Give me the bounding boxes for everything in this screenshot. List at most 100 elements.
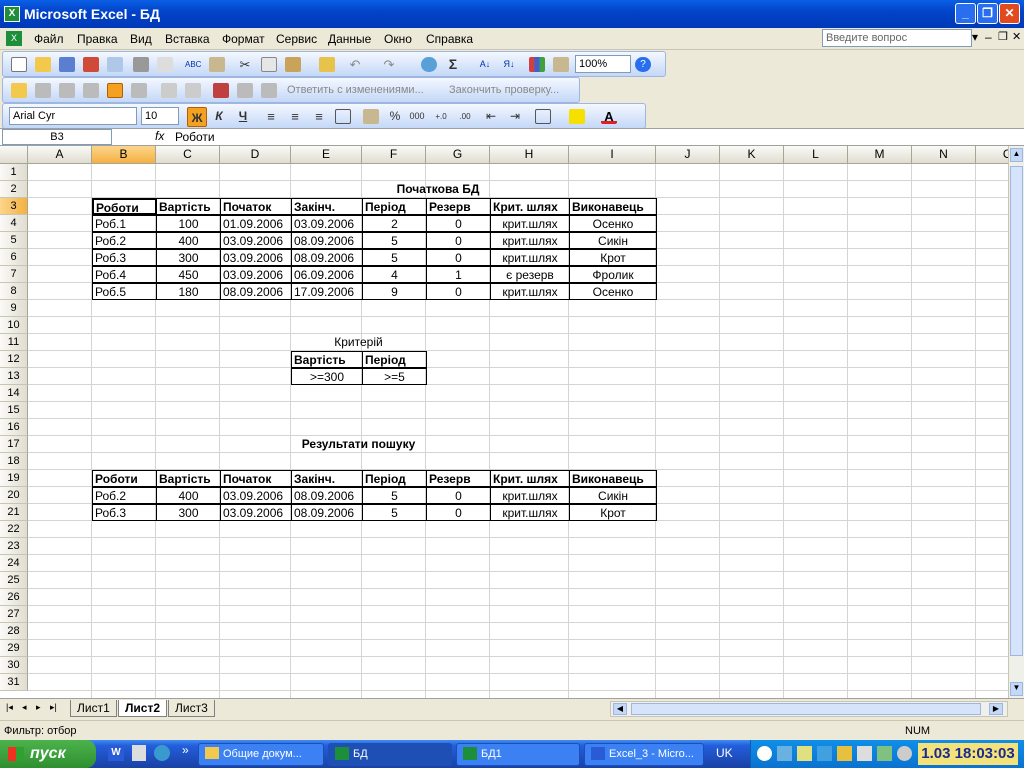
undo-icon[interactable]: ↶ <box>347 57 363 72</box>
font-size-select[interactable]: 10 <box>141 107 179 125</box>
row-header-3[interactable]: 3 <box>0 198 28 215</box>
results-data-cell[interactable]: крит.шлях <box>490 504 570 521</box>
menu-edit[interactable]: Правка <box>77 32 118 46</box>
help-icon[interactable]: ? <box>635 57 651 72</box>
row-header-19[interactable]: 19 <box>0 470 28 487</box>
db-data-cell[interactable]: 03.09.2006 <box>220 266 292 283</box>
font-color-button[interactable]: A <box>601 109 617 124</box>
column-header-d[interactable]: D <box>220 146 291 164</box>
end-review-button[interactable]: Закончить проверку... <box>449 84 559 96</box>
restore-button[interactable]: ❐ <box>977 3 998 24</box>
percent-button[interactable]: % <box>387 109 403 124</box>
dropdown-arrow-icon[interactable]: ▾ <box>972 30 978 44</box>
redo-icon[interactable]: ↷ <box>381 57 397 72</box>
row-header-26[interactable]: 26 <box>0 589 28 606</box>
db-data-cell[interactable]: 17.09.2006 <box>291 283 363 300</box>
row-header-2[interactable]: 2 <box>0 181 28 198</box>
sheet-tab-3[interactable]: Лист3 <box>168 700 215 717</box>
fill-color-icon[interactable] <box>569 109 585 124</box>
results-header-cell[interactable]: Вартість <box>156 470 221 487</box>
db-data-cell[interactable]: Осенко <box>569 215 657 232</box>
row-header-25[interactable]: 25 <box>0 572 28 589</box>
row-header-28[interactable]: 28 <box>0 623 28 640</box>
db-header-cell[interactable]: Початок <box>220 198 292 215</box>
name-box[interactable]: B3 <box>2 129 112 145</box>
results-data-cell[interactable]: 08.09.2006 <box>291 504 363 521</box>
review-icon-7[interactable] <box>237 83 253 98</box>
italic-button[interactable]: К <box>211 109 227 124</box>
db-data-cell[interactable]: 9 <box>362 283 427 300</box>
quicklaunch-more-icon[interactable]: » <box>182 743 189 757</box>
menu-file[interactable]: Файл <box>34 32 64 46</box>
research-icon[interactable] <box>209 57 225 72</box>
column-header-b[interactable]: B <box>92 146 156 164</box>
track-changes-icon[interactable] <box>107 83 123 98</box>
row-header-8[interactable]: 8 <box>0 283 28 300</box>
db-data-cell[interactable]: 06.09.2006 <box>291 266 363 283</box>
row-header-1[interactable]: 1 <box>0 164 28 181</box>
menu-window[interactable]: Окно <box>384 32 412 46</box>
db-data-cell[interactable]: 180 <box>156 283 221 300</box>
review-icon-5[interactable] <box>161 83 177 98</box>
align-right-icon[interactable]: ≡ <box>311 109 327 124</box>
folder-icon[interactable] <box>11 83 27 98</box>
row-header-21[interactable]: 21 <box>0 504 28 521</box>
review-icon-4[interactable] <box>131 83 147 98</box>
select-all-corner[interactable] <box>0 146 28 164</box>
row-header-15[interactable]: 15 <box>0 402 28 419</box>
merge-center-icon[interactable] <box>335 109 351 124</box>
db-data-cell[interactable]: Роб.1 <box>92 215 157 232</box>
db-data-cell[interactable]: 0 <box>426 283 491 300</box>
email-icon[interactable] <box>107 57 123 72</box>
db-header-cell[interactable]: Виконавець <box>569 198 657 215</box>
db-data-cell[interactable]: 4 <box>362 266 427 283</box>
db-data-cell[interactable]: Роб.5 <box>92 283 157 300</box>
row-header-22[interactable]: 22 <box>0 521 28 538</box>
print-preview-icon[interactable] <box>157 57 173 72</box>
comment-icon[interactable] <box>213 83 229 98</box>
tray-icon-8[interactable] <box>897 746 912 761</box>
quicklaunch-icon[interactable] <box>154 745 170 761</box>
column-header-g[interactable]: G <box>426 146 490 164</box>
results-header-cell[interactable]: Виконавець <box>569 470 657 487</box>
review-icon-2[interactable] <box>59 83 75 98</box>
row-header-7[interactable]: 7 <box>0 266 28 283</box>
vertical-scroll-thumb[interactable] <box>1010 166 1023 656</box>
tray-icon-5[interactable] <box>837 746 852 761</box>
row-header-9[interactable]: 9 <box>0 300 28 317</box>
results-data-cell[interactable]: крит.шлях <box>490 487 570 504</box>
last-sheet-icon[interactable]: ▸| <box>50 702 57 713</box>
hyperlink-icon[interactable] <box>421 57 437 72</box>
results-data-cell[interactable]: Сикін <box>569 487 657 504</box>
column-header-l[interactable]: L <box>784 146 848 164</box>
review-icon-3[interactable] <box>83 83 99 98</box>
row-header-5[interactable]: 5 <box>0 232 28 249</box>
sort-ascending-icon[interactable]: A↓ <box>477 57 493 72</box>
db-data-cell[interactable]: 1 <box>426 266 491 283</box>
column-header-m[interactable]: M <box>848 146 912 164</box>
row-header-6[interactable]: 6 <box>0 249 28 266</box>
row-header-29[interactable]: 29 <box>0 640 28 657</box>
scroll-down-icon[interactable]: ▼ <box>1010 682 1023 696</box>
db-data-cell[interactable]: 5 <box>362 232 427 249</box>
tray-icon-2[interactable] <box>777 746 792 761</box>
results-data-cell[interactable]: 08.09.2006 <box>291 487 363 504</box>
results-data-cell[interactable]: 03.09.2006 <box>220 504 292 521</box>
db-data-cell[interactable]: крит.шлях <box>490 249 570 266</box>
excel-app-icon[interactable]: X <box>4 6 20 22</box>
horizontal-scroll-thumb[interactable] <box>631 703 981 715</box>
close-button[interactable]: ✕ <box>999 3 1020 24</box>
scroll-up-icon[interactable]: ▲ <box>1010 148 1023 162</box>
row-header-20[interactable]: 20 <box>0 487 28 504</box>
column-header-c[interactable]: C <box>156 146 220 164</box>
formula-content[interactable]: Роботи <box>175 130 215 144</box>
results-data-cell[interactable]: Роб.2 <box>92 487 157 504</box>
worksheet-grid[interactable]: A B C D E F G H I J K L M N O 1 2 3 4 5 6 7 8 9 10 11 12 13 14 15 16 17… <box>0 146 1008 698</box>
row-header-4[interactable]: 4 <box>0 215 28 232</box>
db-header-cell[interactable]: Резерв <box>426 198 491 215</box>
increase-decimal-icon[interactable]: +.0 <box>433 109 449 124</box>
db-data-cell[interactable]: 5 <box>362 249 427 266</box>
decrease-decimal-icon[interactable]: .00 <box>457 109 473 124</box>
db-data-cell[interactable]: 08.09.2006 <box>291 232 363 249</box>
results-data-cell[interactable]: 5 <box>362 504 427 521</box>
